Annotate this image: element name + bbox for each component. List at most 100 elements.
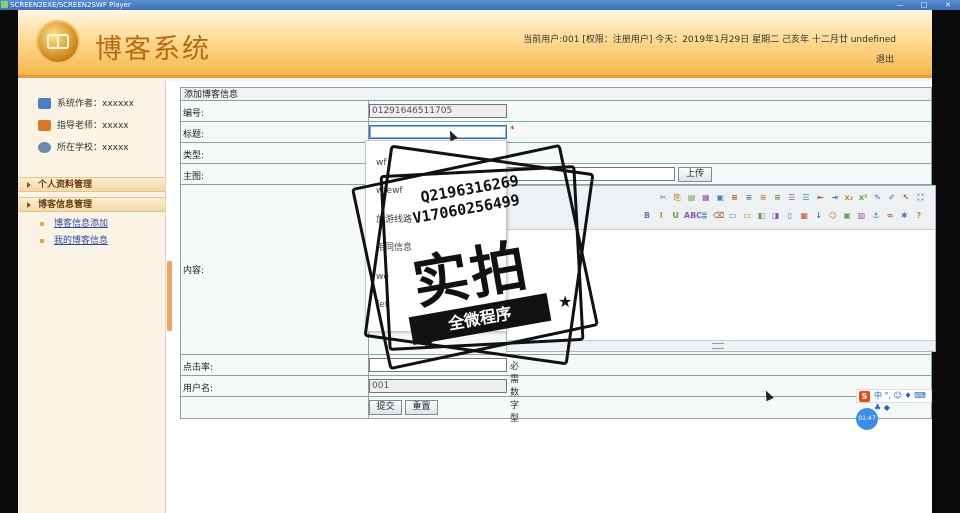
row-content: 内容: ✂ ⎘ ▤ ▦ ▣ ≡ ≡ ≡ ≡ ☰ ☰ ⇤ ⇥ x₂ x² ✎ ✐ ↖ ⛶ B I U ABC ≣ ⌫ ▭ ▭ ◧ ◨ ▯ ▦ ↓… xyxy=(181,185,936,355)
username-cell: 001 xyxy=(368,376,507,396)
left-letterbox xyxy=(0,10,18,513)
submit-button[interactable]: 提交 xyxy=(369,400,402,415)
sidebar-splitter[interactable] xyxy=(166,81,174,513)
blog-form: 编号: 01291646511705 标题: * 类型: 主图: 上传 内容: … xyxy=(180,101,936,424)
editor-tool-icon[interactable]: ↓ xyxy=(813,210,825,222)
ime-status[interactable]: 中 °, ☺ ♦ ⌨ ♣ ◆ xyxy=(874,390,931,414)
editor-tool-icon[interactable]: I xyxy=(655,210,667,222)
number-cell: 01291646511705 xyxy=(368,101,507,121)
menu-blog-management[interactable]: 博客信息管理 xyxy=(18,197,165,212)
close-button[interactable]: ✕ xyxy=(940,1,956,9)
row-image: 主图: 上传 xyxy=(181,164,931,185)
editor-tool-icon[interactable]: ∞ xyxy=(884,210,896,222)
editor-tool-icon[interactable]: ? xyxy=(913,210,925,222)
autocomplete-item[interactable]: fef xyxy=(376,298,388,312)
editor-tool-icon[interactable]: ≡ xyxy=(729,192,741,204)
sidebar-info-author: 系统作者：xxxxxx xyxy=(38,97,134,111)
number-field[interactable]: 01291646511705 xyxy=(369,104,507,118)
menu-item-my-blogs[interactable]: 我的博客信息 xyxy=(39,235,108,248)
sidebar: 系统作者：xxxxxx 指导老师：xxxxx 所在学校：xxxxx 个人资料管理… xyxy=(18,81,166,513)
menu-profile-management[interactable]: 个人资料管理 xyxy=(18,177,165,192)
editor-tool-icon[interactable]: ✐ xyxy=(886,192,898,204)
editor-tool-icon[interactable]: ☰ xyxy=(800,192,812,204)
username-label: 用户名: xyxy=(183,384,214,394)
autocomplete-item[interactable]: 相同信息 xyxy=(376,241,412,255)
editor-tool-icon[interactable]: ≣ xyxy=(698,210,710,222)
editor-tool-icon[interactable]: ✂ xyxy=(657,192,669,204)
player-window: SCREEN2EXE/SCREEN2SWF Player — □ ✕ 博客系统 … xyxy=(0,0,960,513)
row-type: 类型: xyxy=(181,143,931,164)
clicks-label: 点击率: xyxy=(183,363,214,373)
editor-resize-handle[interactable] xyxy=(712,343,724,349)
autocomplete-item[interactable]: wfewf xyxy=(376,184,403,198)
editor-tool-icon[interactable]: ▯ xyxy=(784,210,796,222)
teacher-icon xyxy=(38,120,51,131)
username-field[interactable]: 001 xyxy=(369,379,507,393)
title-input[interactable] xyxy=(369,125,507,139)
main-content: 添加博客信息 编号: 01291646511705 标题: * 类型: 主图: … xyxy=(174,81,936,513)
editor-tool-icon[interactable]: ≡ xyxy=(743,192,755,204)
editor-tool-icon[interactable]: ▣ xyxy=(841,210,853,222)
editor-tool-icon[interactable]: ▭ xyxy=(741,210,753,222)
editor-tool-icon[interactable]: ▥ xyxy=(856,210,868,222)
editor-content-area[interactable] xyxy=(507,230,935,342)
row-username: 用户名: 001 xyxy=(181,376,931,397)
actions-cell: 提交 重置 xyxy=(368,397,438,418)
editor-tool-icon[interactable]: ▭ xyxy=(727,210,739,222)
editor-tool-icon[interactable]: ☰ xyxy=(786,192,798,204)
editor-tool-icon[interactable]: ⎘ xyxy=(671,192,683,204)
autocomplete-item[interactable]: wf xyxy=(376,156,387,170)
editor-tool-icon[interactable]: ◧ xyxy=(755,210,767,222)
row-title: 标题: * xyxy=(181,122,931,143)
editor-tool-icon[interactable]: U xyxy=(670,210,682,222)
teacher-text: 指导老师：xxxxx xyxy=(57,121,129,131)
clicks-input[interactable] xyxy=(369,358,507,372)
editor-tool-icon[interactable]: ▦ xyxy=(700,192,712,204)
editor-tool-icon[interactable]: ⇤ xyxy=(814,192,826,204)
editor-tool-icon[interactable]: x₂ xyxy=(843,192,855,204)
editor-tool-icon[interactable]: ⚓ xyxy=(870,210,882,222)
recording-timer: 01:47 xyxy=(856,408,878,430)
sogou-ime-icon[interactable]: S xyxy=(859,391,870,402)
editor-tool-icon[interactable]: ↖ xyxy=(900,192,912,204)
editor-tool-icon[interactable]: ≡ xyxy=(757,192,769,204)
editor-tool-icon[interactable]: ABC xyxy=(684,210,702,222)
reset-button[interactable]: 重置 xyxy=(405,400,438,415)
menu-item-add-blog[interactable]: 博客信息添加 xyxy=(39,218,108,231)
menu-arrow-icon xyxy=(27,202,31,208)
menu-blog-label: 博客信息管理 xyxy=(38,200,93,210)
row-number: 编号: 01291646511705 xyxy=(181,101,931,122)
minimize-button[interactable]: — xyxy=(892,1,908,9)
title-required-mark: * xyxy=(510,125,515,135)
editor-tool-icon[interactable]: ◨ xyxy=(770,210,782,222)
editor-statusbar xyxy=(507,340,935,351)
maximize-button[interactable]: □ xyxy=(916,1,932,9)
rich-text-editor[interactable]: ✂ ⎘ ▤ ▦ ▣ ≡ ≡ ≡ ≡ ☰ ☰ ⇤ ⇥ x₂ x² ✎ ✐ ↖ ⛶ B I U ABC ≣ ⌫ ▭ ▭ ◧ ◨ ▯ ▦ ↓ ☺ ▣ ▥ ⚓… xyxy=(506,185,936,352)
autocomplete-item[interactable]: we xyxy=(376,270,389,284)
editor-tool-icon[interactable]: ▦ xyxy=(798,210,810,222)
autocomplete-item[interactable]: 旅游线路 xyxy=(376,213,412,227)
upload-button[interactable]: 上传 xyxy=(678,167,712,182)
logout-link[interactable]: 退出 xyxy=(876,52,894,65)
editor-tool-icon[interactable]: ▣ xyxy=(714,192,726,204)
editor-tool-icon[interactable]: ≡ xyxy=(771,192,783,204)
current-user-info: 当前用户:001 [权限：注册用户] 今天：2019年1月29日 星期二 己亥年… xyxy=(523,35,896,45)
editor-tool-icon[interactable]: ☺ xyxy=(827,210,839,222)
menu-arrow-icon xyxy=(27,182,31,188)
editor-tool-icon[interactable]: B xyxy=(641,210,653,222)
editor-tool-icon[interactable]: ▤ xyxy=(686,192,698,204)
editor-tool-icon[interactable]: ✎ xyxy=(872,192,884,204)
window-controls: — □ ✕ xyxy=(892,1,956,9)
editor-tool-icon[interactable]: x² xyxy=(857,192,869,204)
editor-tool-icon[interactable]: ⌫ xyxy=(713,210,725,222)
ime-toolbar[interactable]: S 中 °, ☺ ♦ ⌨ ♣ ◆ xyxy=(856,389,932,412)
editor-tool-icon[interactable]: ⇥ xyxy=(829,192,841,204)
title-label: 标题: xyxy=(183,130,205,140)
row-actions: 提交 重置 xyxy=(181,397,931,418)
title-autocomplete-list: wf wfewf 旅游线路 相同信息 we fef xyxy=(365,140,507,332)
editor-tool-icon[interactable]: ✱ xyxy=(898,210,910,222)
panel-title: 添加博客信息 xyxy=(180,87,932,101)
editor-tool-icon[interactable]: ⛶ xyxy=(914,192,926,204)
sidebar-info-teacher: 指导老师：xxxxx xyxy=(38,119,129,133)
splitter-handle[interactable] xyxy=(167,261,172,331)
